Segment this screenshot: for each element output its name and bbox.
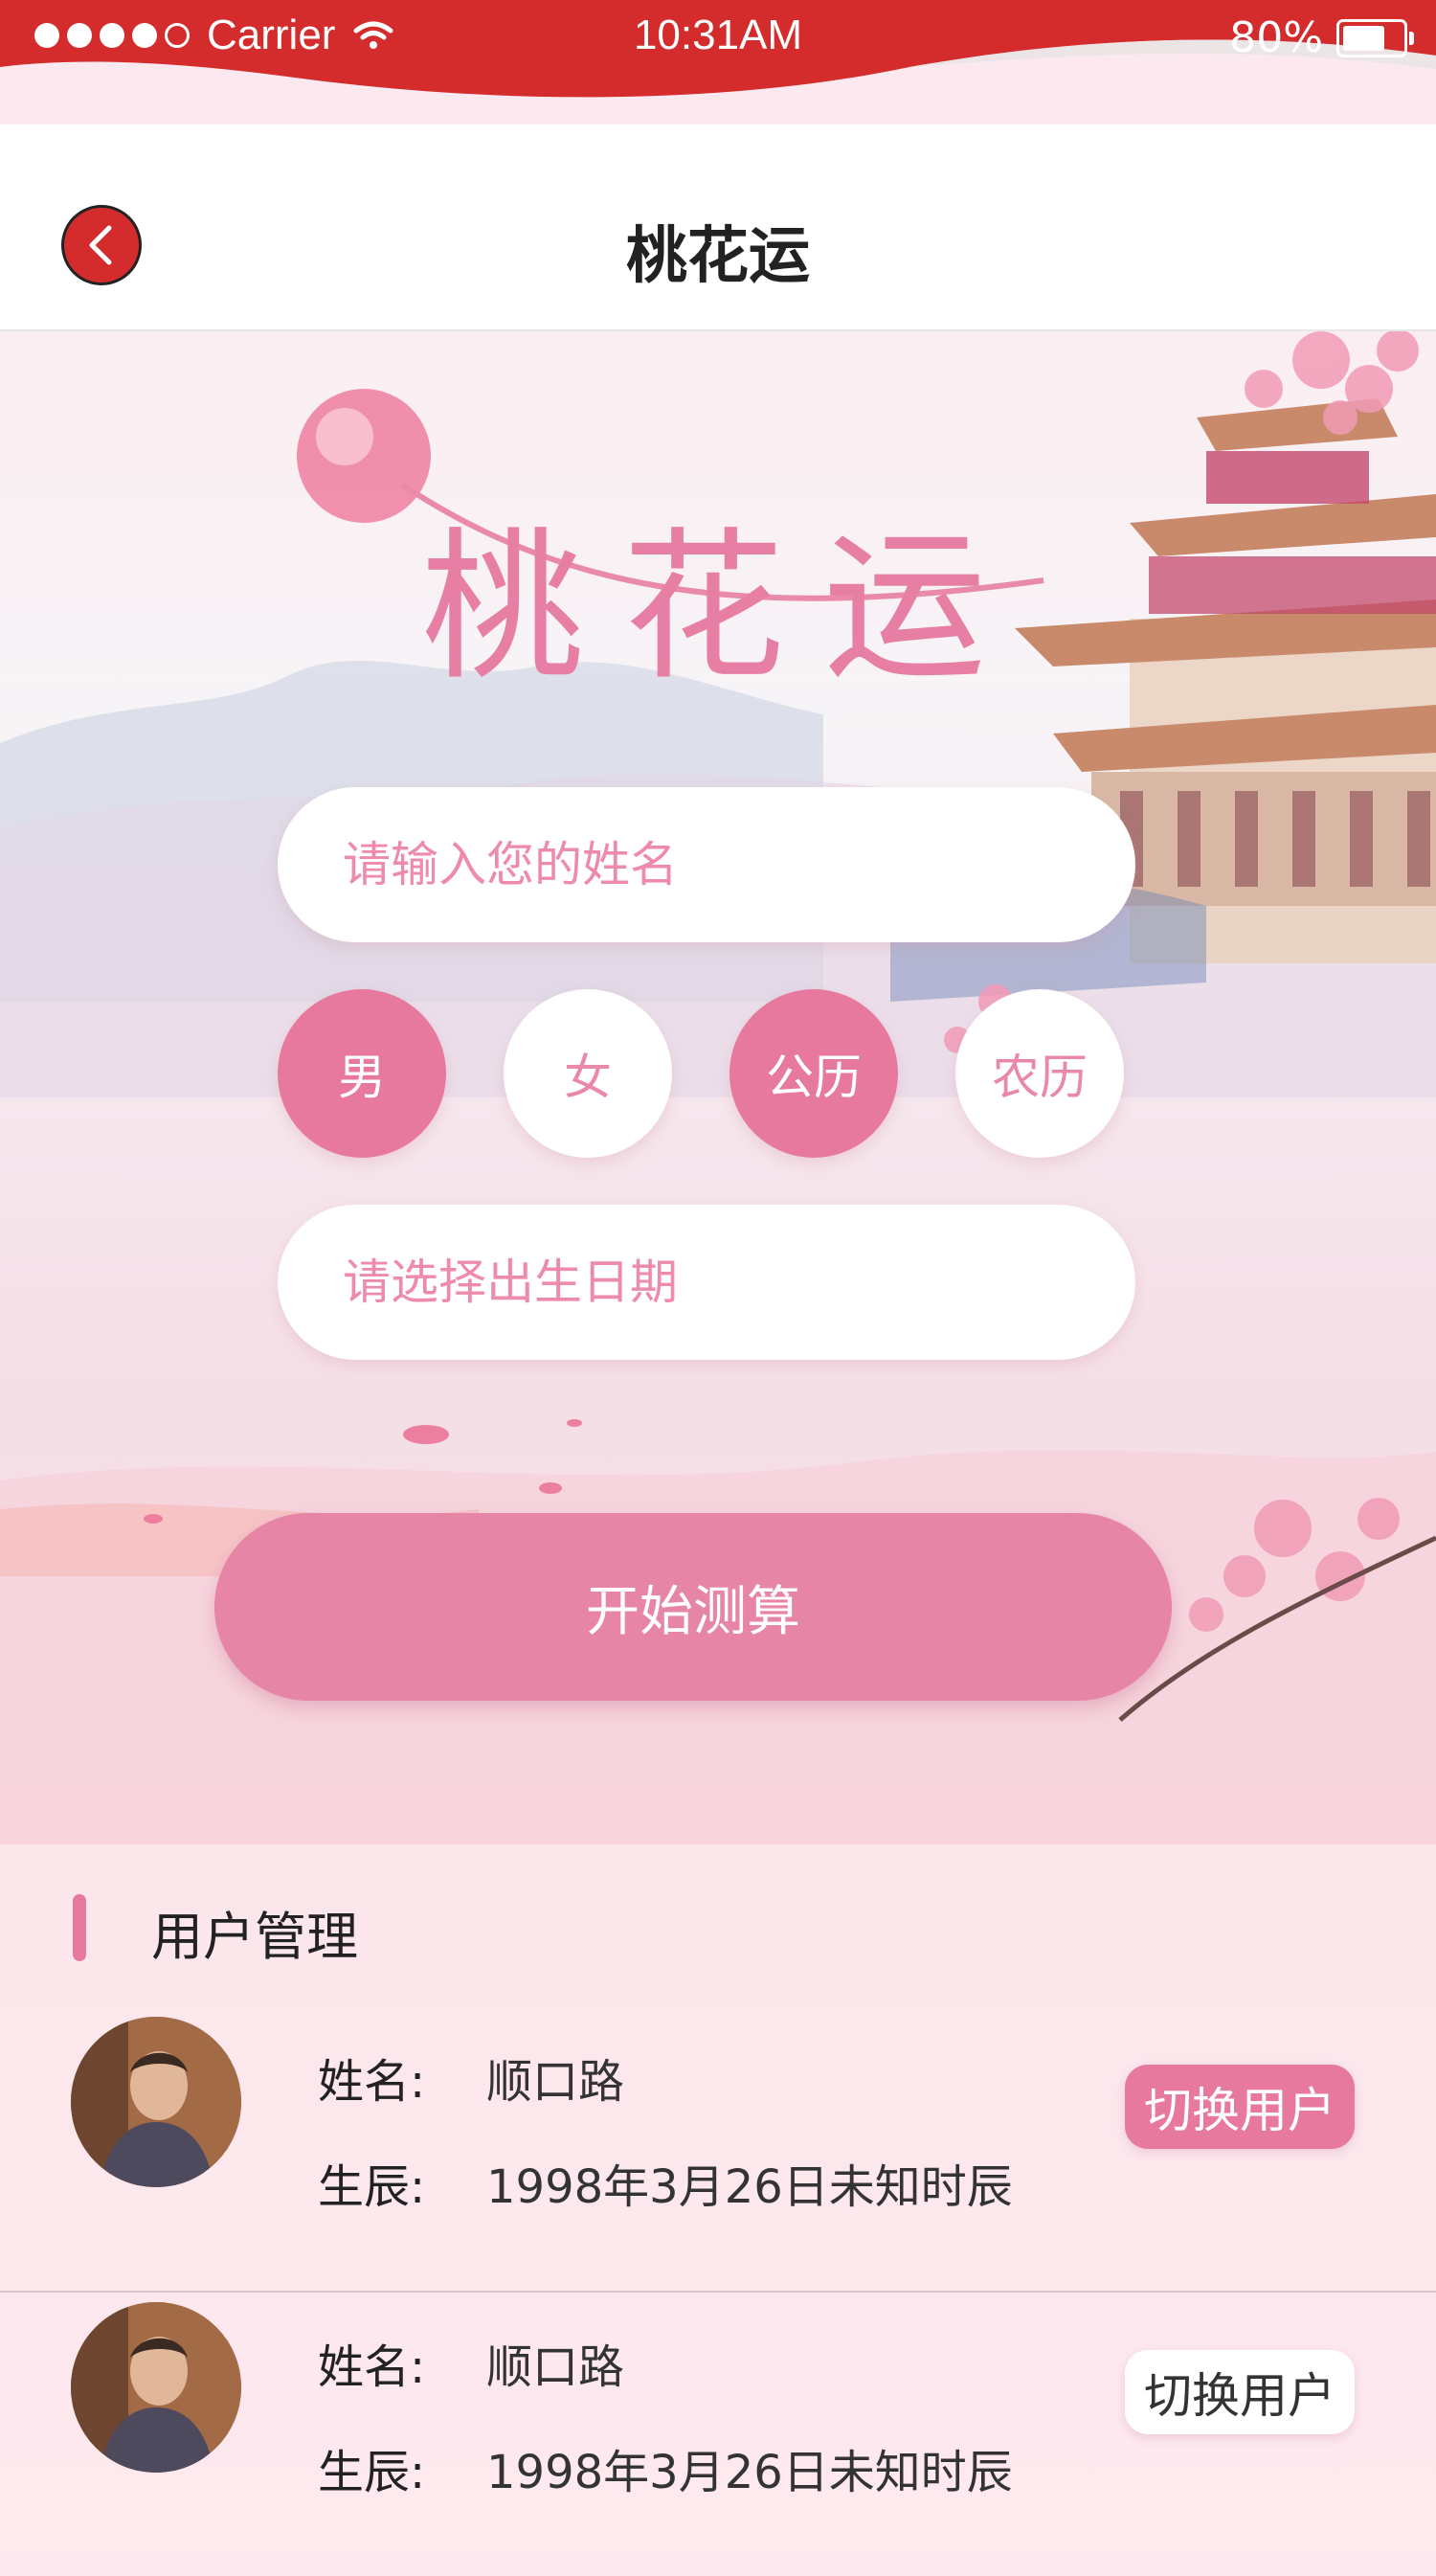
user-row: 姓名: 顺口路 生辰: 1998年3月26日未知时辰 切换用户 (0, 2293, 1436, 2576)
user-row: 姓名: 顺口路 生辰: 1998年3月26日未知时辰 切换用户 (0, 2007, 1436, 2293)
user-birth: 1998年3月26日未知时辰 (486, 2446, 1013, 2499)
name-input-container[interactable] (278, 787, 1135, 942)
gender-option-male[interactable]: 男 (278, 989, 446, 1158)
section-title: 用户管理 (151, 1907, 358, 1967)
avatar (71, 2302, 241, 2473)
user-name: 顺口路 (486, 2340, 625, 2394)
status-bar: Carrier 10:31AM 80% (0, 0, 1436, 124)
gender-option-female[interactable]: 女 (504, 989, 672, 1158)
avatar (71, 2017, 241, 2187)
nav-bar: 桃花运 (0, 124, 1436, 331)
battery-icon (1336, 18, 1414, 57)
birth-label: 生辰: (318, 2446, 426, 2499)
status-time: 10:31AM (633, 11, 803, 58)
name-input[interactable] (341, 836, 1072, 893)
start-calculation-button[interactable]: 开始测算 (214, 1513, 1172, 1701)
hero-banner: 桃花运 男 女 公历 农历 开始测算 (0, 331, 1436, 1844)
birth-date-input[interactable] (341, 1254, 1072, 1311)
user-birth: 1998年3月26日未知时辰 (486, 2160, 1013, 2214)
user-name: 顺口路 (486, 2055, 625, 2109)
section-marker (73, 1894, 86, 1961)
page-title: 桃花运 (626, 221, 810, 292)
hero-title-art: 桃花运 (421, 513, 1025, 703)
switch-user-button[interactable]: 切换用户 (1125, 2350, 1355, 2434)
name-label: 姓名: (318, 2340, 426, 2394)
user-management-section: 用户管理 姓名: 顺口路 生辰: 1998年3月26日未知时辰 切换用户 姓名:… (0, 1844, 1436, 2555)
calendar-option-lunar[interactable]: 农历 (955, 989, 1124, 1158)
status-right: 80% (1229, 13, 1414, 62)
name-label: 姓名: (318, 2055, 426, 2109)
battery-percent: 80% (1229, 13, 1323, 62)
birth-label: 生辰: (318, 2160, 426, 2214)
switch-user-button[interactable]: 切换用户 (1125, 2065, 1355, 2149)
birth-date-picker[interactable] (278, 1205, 1135, 1360)
calendar-option-solar[interactable]: 公历 (729, 989, 898, 1158)
